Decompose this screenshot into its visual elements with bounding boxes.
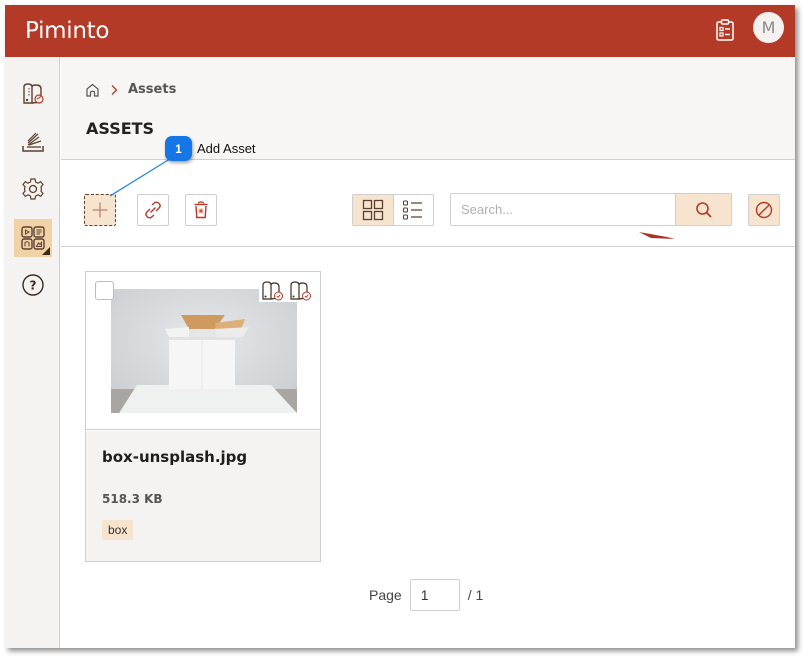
sidebar-item-import[interactable] (13, 125, 53, 161)
asset-card[interactable]: box-unsplash.jpg 518.3 KB box (85, 271, 321, 562)
clipboard-list-icon (716, 19, 734, 41)
plus-icon (92, 202, 108, 218)
callout-badge: 1 (165, 136, 192, 161)
grid-icon (362, 199, 383, 221)
sidebar-item-assets[interactable] (14, 219, 52, 257)
search-box (450, 193, 732, 226)
gear-icon (22, 178, 44, 200)
link-asset-button[interactable] (137, 194, 169, 226)
sidebar-item-settings[interactable] (13, 171, 53, 207)
breadcrumb: Assets (85, 82, 176, 97)
sidebar: ? (5, 57, 60, 648)
sidebar-item-catalog[interactable] (13, 76, 53, 112)
pointer-marker (639, 232, 675, 239)
trash-icon (194, 201, 208, 219)
user-avatar[interactable]: M (753, 12, 784, 43)
search-input[interactable] (451, 194, 675, 225)
home-icon[interactable] (85, 83, 100, 97)
search-icon (695, 201, 712, 218)
list-icon (403, 200, 423, 220)
assets-grid-icon (21, 226, 45, 250)
asset-select-checkbox[interactable] (95, 281, 114, 300)
app-window: Piminto M ? Assets ASSETS Search... box-… (5, 5, 795, 648)
add-asset-button[interactable] (84, 194, 116, 226)
sidebar-item-help[interactable]: ? (13, 267, 53, 303)
breadcrumb-current: Assets (128, 82, 177, 97)
page-label: Page (369, 587, 402, 603)
link-icon (145, 201, 161, 219)
svg-text:?: ? (30, 279, 37, 293)
clipboard-button[interactable] (713, 17, 737, 43)
page-title: ASSETS (86, 119, 155, 138)
page-total: / 1 (467, 587, 484, 603)
grid-view-button[interactable] (353, 195, 394, 225)
brand-logo[interactable]: Piminto (25, 18, 109, 44)
page-number-input[interactable] (409, 579, 460, 611)
top-bar: Piminto M (5, 5, 795, 57)
asset-size: 518.3 KB (102, 492, 163, 506)
asset-grid: box-unsplash.jpg 518.3 KB box Page / 1 (61, 248, 795, 648)
asset-tag[interactable]: box (102, 520, 134, 540)
asset-image (111, 289, 297, 413)
catalog-check-icon (290, 281, 311, 301)
asset-info: box-unsplash.jpg 518.3 KB box (86, 431, 320, 561)
asset-thumbnail (86, 272, 320, 430)
import-tray-icon (22, 132, 44, 152)
view-mode-toggle (352, 194, 434, 226)
delete-asset-button[interactable] (185, 194, 217, 226)
asset-name: box-unsplash.jpg (102, 448, 248, 466)
toolbar (61, 161, 795, 247)
asset-badges (259, 280, 315, 302)
book-catalog-icon (23, 83, 44, 104)
ban-icon (755, 201, 773, 219)
catalog-check-icon (262, 281, 283, 301)
chevron-right-icon (111, 84, 118, 95)
clear-search-button[interactable] (748, 194, 780, 226)
question-circle-icon: ? (22, 274, 44, 296)
callout-label: Add Asset (197, 141, 256, 156)
list-view-button[interactable] (394, 195, 434, 225)
search-button[interactable] (675, 194, 731, 225)
pagination: Page / 1 (369, 579, 483, 611)
